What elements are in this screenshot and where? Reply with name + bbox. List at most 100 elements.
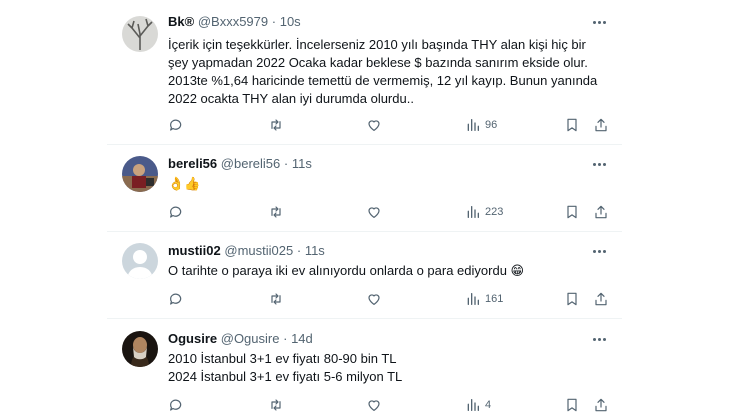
bookmark-button[interactable] — [564, 203, 580, 221]
like-button[interactable] — [366, 116, 382, 134]
tweet-text: 2010 İstanbul 3+1 ev fiyatı 80-90 bin TL… — [168, 350, 608, 386]
author-name[interactable]: Bk® — [168, 14, 194, 29]
reply-icon — [170, 399, 182, 411]
tweet-text: İçerik için teşekkürler. İncelerseniz 20… — [168, 36, 608, 108]
like-icon — [368, 207, 380, 218]
bookmark-icon — [567, 292, 577, 306]
author-handle[interactable]: @bereli56 — [221, 156, 280, 171]
text-line: İçerik için teşekkürler. İncelerseniz 20… — [168, 37, 586, 52]
reply-button[interactable] — [168, 203, 184, 221]
tweet-header: bereli56 @bereli56 · 11s — [168, 156, 312, 172]
views-count: 96 — [485, 119, 498, 131]
divider — [107, 144, 622, 145]
views-count: 4 — [485, 399, 492, 411]
tweet[interactable]: mustii02 @mustii025 · 11s O tarihte o pa… — [107, 243, 622, 313]
share-icon — [595, 292, 607, 306]
separator-dot: · — [296, 243, 302, 258]
divider — [107, 231, 622, 232]
views-icon — [467, 206, 479, 218]
avatar[interactable] — [122, 156, 158, 192]
share-icon — [595, 205, 607, 219]
more-icon[interactable] — [590, 14, 608, 30]
more-icon[interactable] — [590, 156, 608, 172]
more-icon[interactable] — [590, 243, 608, 259]
reply-feed: Bk® @Bxxx5979 · 10s İçerik için teşekkür… — [0, 0, 730, 420]
share-button[interactable] — [593, 116, 609, 134]
reply-button[interactable] — [168, 290, 184, 308]
timestamp[interactable]: 11s — [292, 156, 312, 171]
like-icon — [368, 400, 380, 411]
reply-icon — [170, 293, 182, 305]
text-line: 👌👍 — [168, 176, 201, 191]
retweet-icon — [271, 206, 281, 218]
timestamp[interactable]: 11s — [305, 243, 325, 258]
text-line: şey yapmadan 2022 Ocaka kadar beklese $ … — [168, 55, 588, 70]
like-icon — [368, 294, 380, 305]
views-button[interactable]: 4 — [465, 396, 491, 414]
retweet-button[interactable] — [268, 290, 284, 308]
share-button[interactable] — [593, 396, 609, 414]
retweet-icon — [271, 119, 281, 131]
tweet[interactable]: Bk® @Bxxx5979 · 10s İçerik için teşekkür… — [107, 14, 622, 138]
reply-button[interactable] — [168, 116, 184, 134]
avatar[interactable] — [122, 331, 158, 367]
bookmark-button[interactable] — [564, 116, 580, 134]
author-name[interactable]: Ogusire — [168, 331, 217, 346]
author-handle[interactable]: @Ogusire — [221, 331, 280, 346]
author-name[interactable]: bereli56 — [168, 156, 217, 171]
like-button[interactable] — [366, 290, 382, 308]
text-line: 2022 ocakta THY alan iyi durumda olurdu.… — [168, 91, 414, 106]
separator-dot: · — [271, 14, 277, 29]
separator-dot: · — [283, 331, 288, 346]
share-button[interactable] — [593, 203, 609, 221]
tweet[interactable]: bereli56 @bereli56 · 11s 👌👍 223 — [107, 156, 622, 226]
text-line: 2024 İstanbul 3+1 ev fiyatı 5-6 milyon T… — [168, 369, 403, 384]
avatar[interactable] — [122, 243, 158, 279]
views-count: 161 — [485, 293, 504, 305]
author-handle[interactable]: @mustii025 — [224, 243, 293, 258]
tweet-text: O tarihte o paraya iki ev alınıyordu onl… — [168, 262, 608, 280]
author-name[interactable]: mustii02 — [168, 243, 221, 258]
timestamp[interactable]: 10s — [280, 14, 301, 29]
retweet-button[interactable] — [268, 116, 284, 134]
text-line: 2013te %1,64 haricinde temettü de vermem… — [168, 73, 598, 88]
like-icon — [368, 120, 380, 131]
tweet-header: Ogusire @Ogusire · 14d — [168, 331, 313, 347]
retweet-button[interactable] — [268, 396, 284, 414]
share-icon — [595, 118, 607, 132]
like-button[interactable] — [366, 203, 382, 221]
timestamp[interactable]: 14d — [291, 331, 313, 346]
views-button[interactable]: 223 — [465, 203, 503, 221]
like-button[interactable] — [366, 396, 382, 414]
bookmark-button[interactable] — [564, 396, 580, 414]
tweet-text: 👌👍 — [168, 175, 608, 193]
text-line: 2010 İstanbul 3+1 ev fiyatı 80-90 bin TL — [168, 351, 397, 366]
retweet-icon — [271, 399, 281, 411]
avatar[interactable] — [122, 16, 158, 52]
retweet-icon — [271, 293, 281, 305]
reply-button[interactable] — [168, 396, 184, 414]
bookmark-button[interactable] — [564, 290, 580, 308]
views-button[interactable]: 161 — [465, 290, 503, 308]
share-button[interactable] — [593, 290, 609, 308]
views-icon — [467, 293, 479, 305]
action-bar: 4 — [168, 396, 608, 414]
action-bar: 223 — [168, 203, 608, 221]
author-handle[interactable]: @Bxxx5979 — [198, 14, 268, 29]
reply-icon — [170, 119, 182, 131]
reply-icon — [170, 206, 182, 218]
retweet-button[interactable] — [268, 203, 284, 221]
action-bar: 96 — [168, 116, 608, 134]
action-bar: 161 — [168, 290, 608, 308]
text-line: O tarihte o paraya iki ev alınıyordu onl… — [168, 263, 525, 278]
views-button[interactable]: 96 — [465, 116, 497, 134]
separator-dot: · — [283, 156, 289, 171]
views-count: 223 — [485, 206, 504, 218]
bookmark-icon — [567, 398, 577, 412]
divider — [107, 318, 622, 319]
views-icon — [467, 119, 479, 131]
tweet-header: mustii02 @mustii025 · 11s — [168, 243, 325, 259]
more-icon[interactable] — [590, 331, 608, 347]
tweet[interactable]: Ogusire @Ogusire · 14d 2010 İstanbul 3+1… — [107, 331, 622, 417]
bookmark-icon — [567, 118, 577, 132]
